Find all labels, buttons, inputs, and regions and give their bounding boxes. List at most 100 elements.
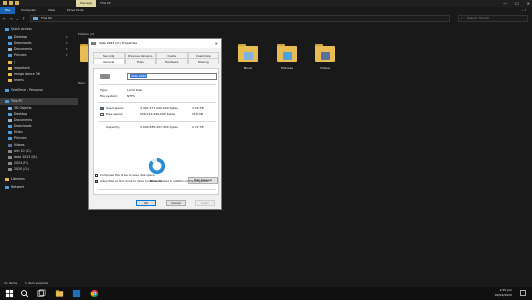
documents-icon [8,48,12,51]
drive-name-input[interactable]: data 2023 [127,73,217,80]
devices-group-header[interactable]: Devi [78,81,85,85]
folders-group-header[interactable]: Folders (7) [78,32,94,36]
computer-icon [5,100,9,103]
task-view-icon[interactable] [37,289,46,298]
tab-drive-tools[interactable]: Drive Tools [61,7,89,14]
breadcrumb[interactable]: This PC [41,16,52,20]
drive-icon [8,168,12,171]
pictures-icon [283,52,292,60]
minimize-button[interactable]: — [503,0,507,7]
drive-icon [100,74,110,79]
folder-icon[interactable] [3,1,7,5]
sidebar-item[interactable]: teams [0,77,78,84]
videos-icon [8,144,12,147]
drive-icon [8,156,12,159]
tab-file[interactable]: File [0,7,16,14]
window-title: This PC [100,1,111,5]
used-space-label: Used space: [106,106,125,110]
donut-used-segment [148,157,166,175]
sidebar-item-label: Libraries [11,177,25,181]
desktop-icon [8,113,12,116]
sidebar-item-label: This PC [11,99,23,103]
search-icon[interactable] [20,289,29,298]
ok-button[interactable]: OK [136,200,156,206]
close-icon[interactable]: ✕ [215,39,218,48]
status-bar: 11 items 1 item selected [0,280,532,287]
cancel-button[interactable]: Cancel [166,200,186,206]
item-count: 11 items [4,281,18,285]
notification-icon[interactable] [520,290,526,296]
tab-tools[interactable]: Tools [124,58,156,64]
search-icon: ⌕ [461,16,463,20]
recent-chevron-icon[interactable]: ⌄ [16,15,19,22]
apply-button[interactable]: Apply [195,200,215,206]
network-icon [5,186,9,189]
ribbon-expand-icon[interactable]: ⌄ ? [521,7,526,14]
sidebar-item[interactable]: OneDrive - Personal [0,87,78,94]
tab-view[interactable]: View [42,7,61,14]
windows-start-icon[interactable] [5,289,14,298]
close-button[interactable]: ✕ [527,0,530,7]
dialog-title-bar: data 2023 (D:) Properties ✕ [89,39,221,48]
desktop-icon [8,36,12,39]
tab-computer[interactable]: Computer [15,7,42,14]
sidebar-item[interactable]: Pictures ✦ [0,52,78,59]
cube-icon [8,107,12,110]
sidebar-item-label: 2020 (G:) [14,167,30,171]
chrome-icon[interactable] [90,289,99,298]
search-input[interactable]: ⌕ Search This PC [458,15,528,22]
file-explorer-taskbar-icon[interactable] [55,289,64,298]
folder-icon [8,73,12,76]
tab-sharing[interactable]: Sharing [187,58,219,64]
app-taskbar-icon[interactable] [72,289,81,298]
folder-item-videos[interactable]: Videos [313,42,337,74]
pin-icon: ✦ [65,53,68,57]
drive-icon [8,162,12,165]
back-arrow-icon[interactable]: ← [3,15,6,22]
music-icon [8,131,12,134]
libraries-icon [5,178,9,181]
tab-general[interactable]: General [93,58,125,64]
drive-icon [91,42,96,45]
sidebar-item[interactable]: Quick access [0,26,78,33]
checkbox-checked-icon[interactable] [95,180,99,183]
computer-icon [33,17,38,20]
maximize-button[interactable]: ☐ [515,0,519,7]
sidebar-item-label: teams [14,78,24,82]
tab-hardware[interactable]: Hardware [156,58,188,64]
up-arrow-icon[interactable]: ↑ [22,15,25,22]
used-space-bytes: 3,442,377,000,000 bytes [140,106,178,110]
sidebar-item[interactable]: This PC [0,98,78,105]
new-folder-icon[interactable] [15,1,19,5]
compress-label: Compress this drive to save disk space [100,173,155,177]
sidebar-item-label: Quick access [11,27,32,31]
address-bar[interactable]: This PC [30,15,450,22]
folder-item-pictures[interactable]: Pictures [275,42,299,74]
selection-count: 1 item selected [25,281,49,285]
downloads-icon [8,42,12,45]
folder-label: Pictures [281,66,293,70]
folder-icon [8,79,12,82]
pictures-icon [8,54,12,57]
sidebar-item[interactable]: Pictures [0,135,78,142]
sidebar-item[interactable]: Libraries [0,176,78,183]
quick-access-toolbar[interactable] [3,1,19,5]
properties-icon[interactable] [9,1,13,5]
sidebar-item-label: Pictures [14,53,27,57]
sidebar-item[interactable]: 2020 (G:) [0,166,78,173]
free-space-size: 518 GB [192,112,204,116]
folder-label: Music [243,66,253,70]
clock-date: 02/02/2025 [494,293,512,297]
capacity-bytes: 3,000,585,297,400 bytes [140,125,178,129]
properties-dialog: data 2023 (D:) Properties ✕ Security Pre… [88,38,222,210]
forward-arrow-icon[interactable]: → [9,15,12,22]
sidebar-item[interactable]: Network [0,184,78,191]
checkbox-icon[interactable] [95,174,98,177]
title-bar: Manage This PC — ☐ ✕ [0,0,532,7]
sidebar-item-label: Pictures [14,136,27,140]
type-label: Type: [100,88,108,92]
folder-item-music[interactable]: Music [236,42,260,74]
clock[interactable]: 1:55 pm 02/02/2025 [495,288,512,298]
manage-context-tab[interactable]: Manage [76,0,96,7]
drive-icon [8,150,12,153]
